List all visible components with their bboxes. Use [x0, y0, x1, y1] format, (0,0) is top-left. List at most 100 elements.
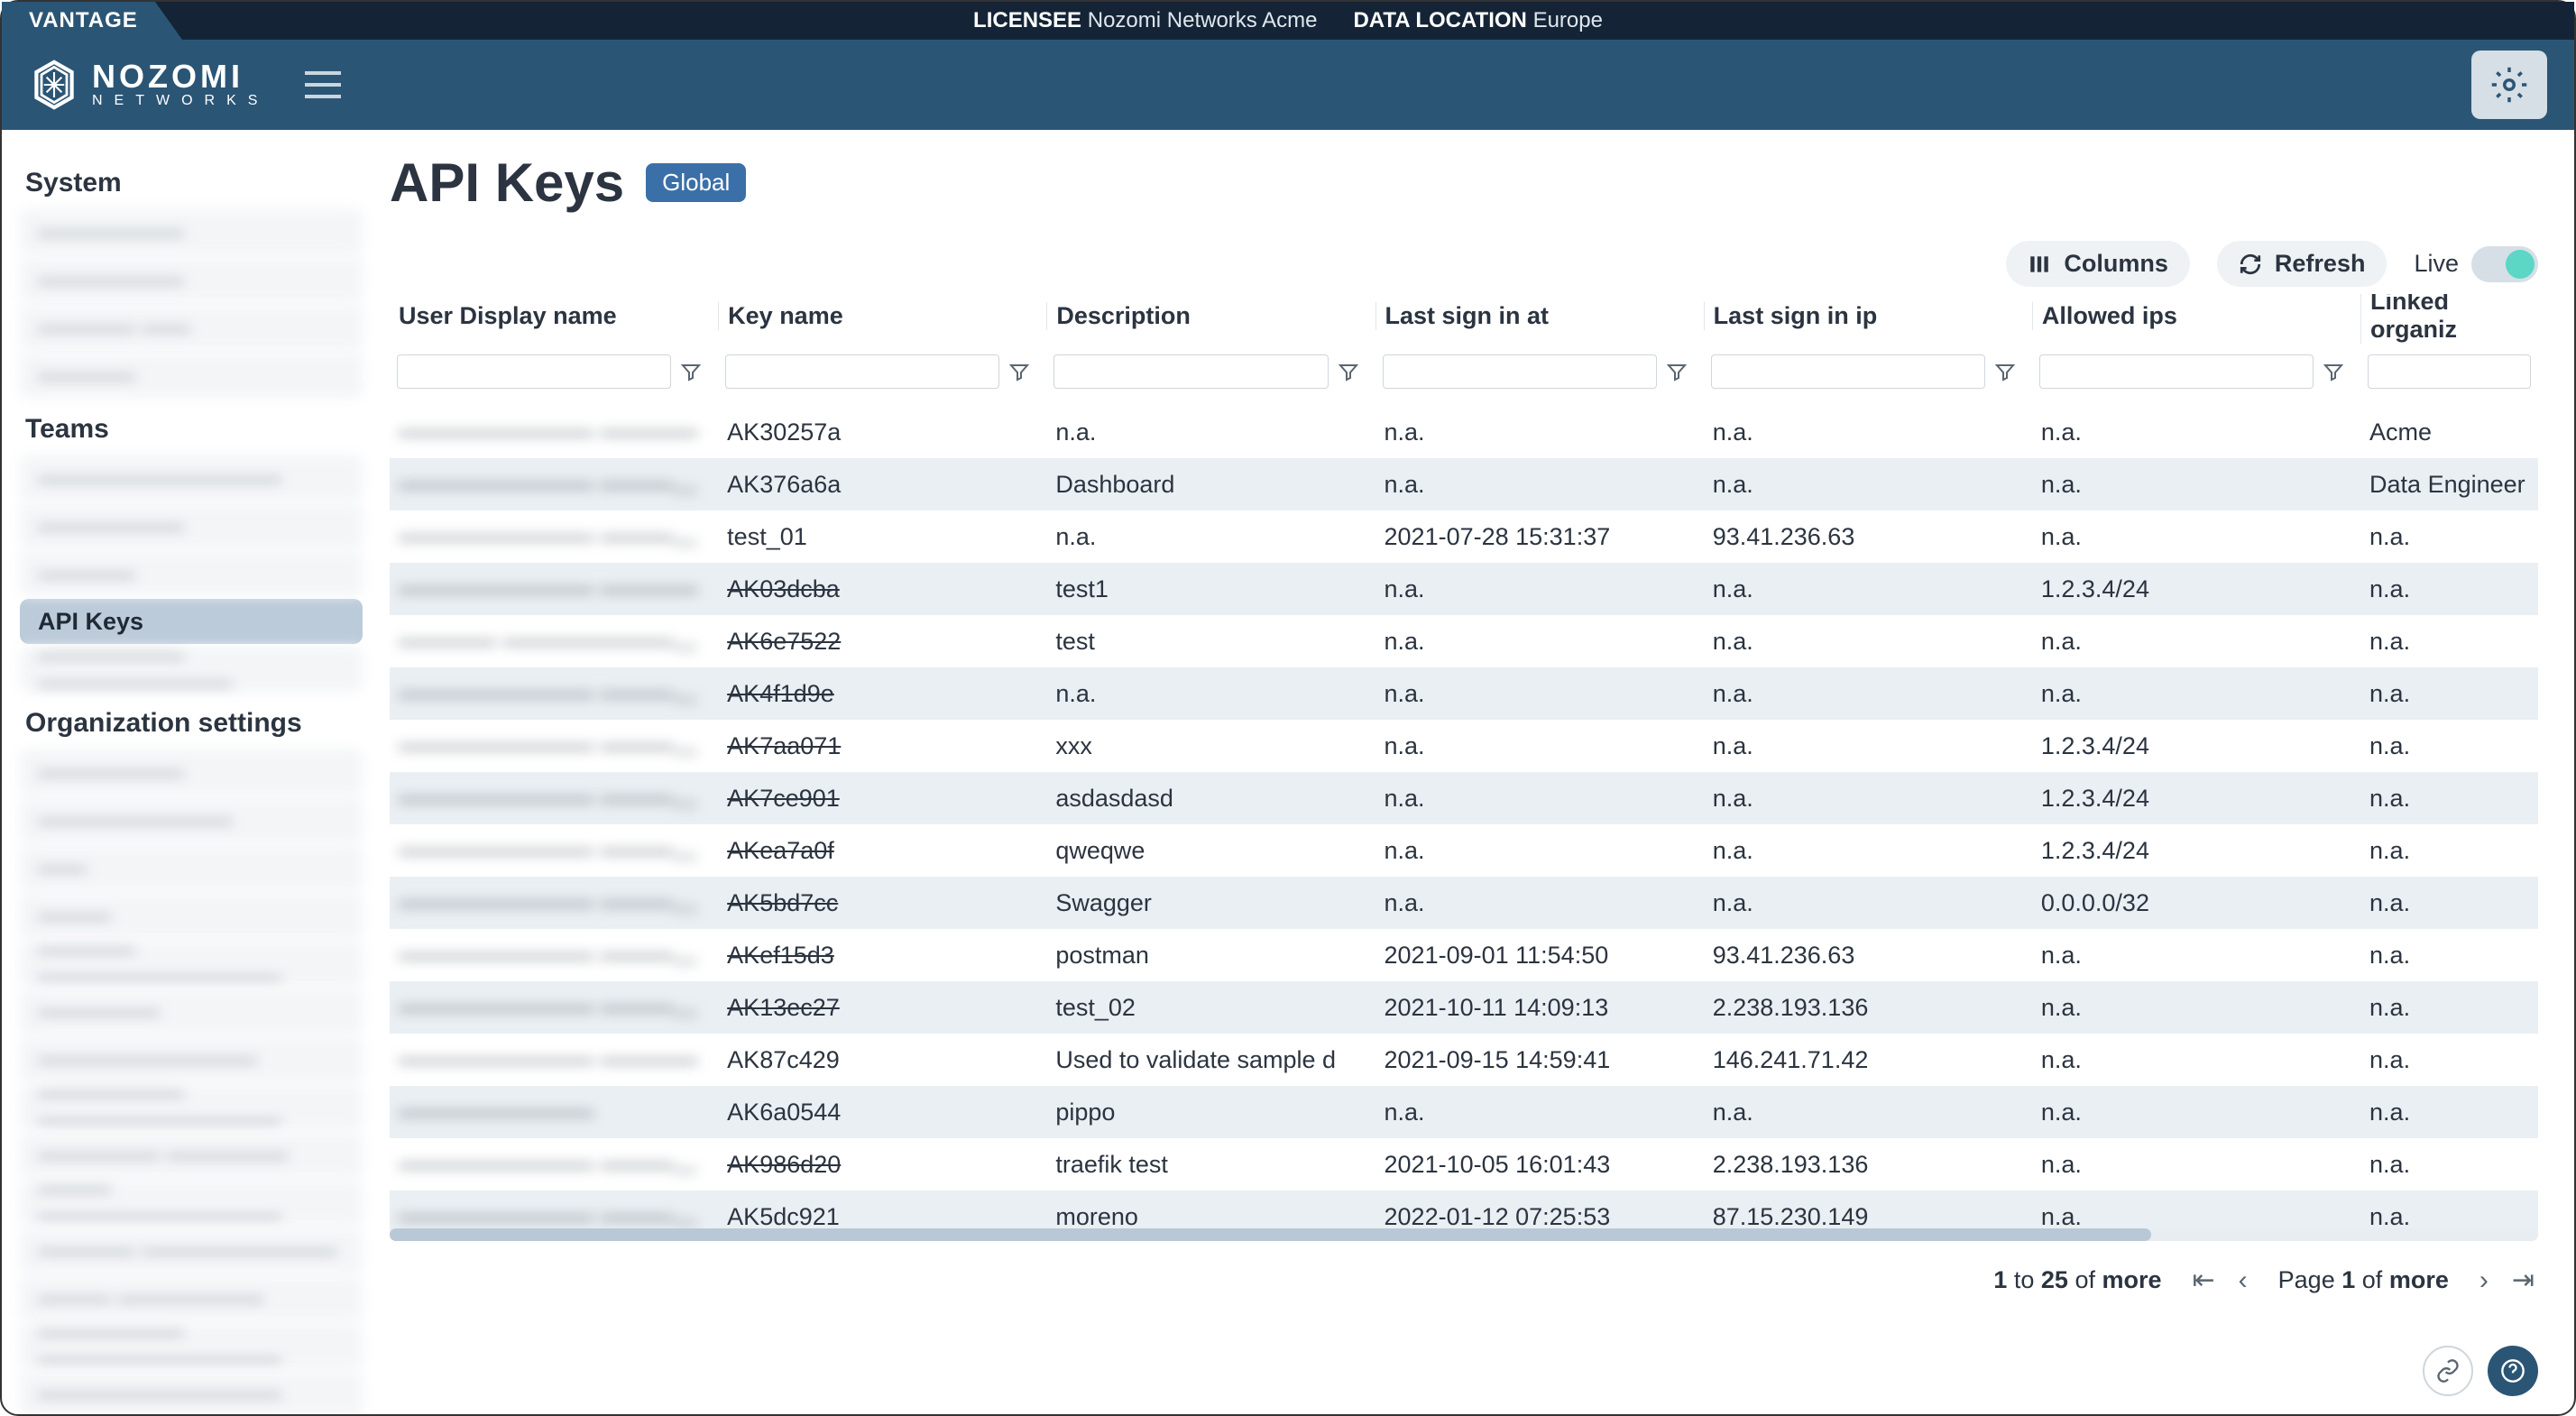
- cell: Data Engineer: [2360, 471, 2538, 499]
- cell: test_01: [718, 523, 1046, 551]
- logo[interactable]: NOZOMI NETWORKS: [29, 60, 269, 110]
- col-header-description[interactable]: Description: [1046, 302, 1375, 330]
- link-button[interactable]: [2423, 1346, 2473, 1396]
- cell: AK376a6a: [718, 471, 1046, 499]
- sidebar-item-blurred[interactable]: ————: [20, 551, 363, 596]
- table-row[interactable]: ———————— ————AK30257an.a.n.a.n.a.n.a.Acm…: [390, 406, 2538, 458]
- table-row[interactable]: ———————— ————————AKef15d3postman2021-09-…: [390, 929, 2538, 981]
- cell: n.a.: [2360, 785, 2538, 813]
- sidebar-heading-teams: Teams: [25, 414, 363, 445]
- table-row[interactable]: ———————— ————AK87c429Used to validate sa…: [390, 1034, 2538, 1086]
- table-row[interactable]: ———————— ————————AK986d20traefik test202…: [390, 1138, 2538, 1191]
- columns-button[interactable]: Columns: [2006, 241, 2190, 287]
- link-icon: [2435, 1358, 2461, 1384]
- cell: n.a.: [1375, 889, 1704, 917]
- table-row[interactable]: ———————— ——————————AK7aa071xxxn.a.n.a.1.…: [390, 720, 2538, 772]
- sidebar-item-blurred[interactable]: ———— ——: [20, 305, 363, 350]
- sidebar-item-blurred[interactable]: ———— ————————: [20, 1228, 363, 1273]
- filter-input-linked[interactable]: [2368, 354, 2531, 389]
- table-body: ———————— ————AK30257an.a.n.a.n.a.n.a.Acm…: [390, 406, 2538, 1236]
- cell: 1.2.3.4/24: [2032, 785, 2360, 813]
- filter-input-desc[interactable]: [1053, 354, 1328, 389]
- col-header-linked[interactable]: Linked organiz: [2360, 294, 2538, 344]
- sidebar-item-api-keys[interactable]: API Keys: [20, 599, 363, 644]
- filter-icon[interactable]: [1338, 361, 1359, 382]
- col-header-signin[interactable]: Last sign in at: [1375, 302, 1704, 330]
- sidebar-item-blurred[interactable]: ————————: [20, 797, 363, 842]
- filter-icon[interactable]: [2323, 361, 2344, 382]
- sidebar-item-blurred[interactable]: ——————: [20, 503, 363, 548]
- filter-input-key[interactable]: [725, 354, 999, 389]
- page-last-icon[interactable]: ⇥: [2508, 1261, 2538, 1300]
- sidebar-item-blurred[interactable]: ————: [20, 353, 363, 398]
- sidebar-item-blurred[interactable]: ——————: [20, 257, 363, 302]
- sidebar-item-blurred[interactable]: ———— ——————————: [20, 941, 363, 986]
- sidebar-item-blurred[interactable]: ————— —————: [20, 1132, 363, 1177]
- cell: n.a.: [2360, 680, 2538, 708]
- sidebar-item-blurred[interactable]: ——————————: [20, 455, 363, 501]
- table-row[interactable]: ———————— ————————test_01n.a.2021-07-28 1…: [390, 510, 2538, 563]
- col-header-ip[interactable]: Last sign in ip: [1704, 302, 2032, 330]
- sidebar-heading-system: System: [25, 168, 363, 198]
- table-row[interactable]: ———————— ————————AK4f1d9en.a.n.a.n.a.n.a…: [390, 667, 2538, 720]
- sidebar-item-blurred[interactable]: ——————: [20, 209, 363, 254]
- cell: n.a.: [2032, 1046, 2360, 1074]
- table-row[interactable]: ———————— ————————AK376a6aDashboardn.a.n.…: [390, 458, 2538, 510]
- filter-input-user[interactable]: [397, 354, 671, 389]
- live-toggle[interactable]: [2471, 246, 2538, 282]
- sidebar-item-blurred[interactable]: —————————: [20, 1036, 363, 1081]
- cell: Swagger: [1046, 889, 1375, 917]
- table-row[interactable]: ———— ——————————AK6e7522testn.a.n.a.n.a.n…: [390, 615, 2538, 667]
- page-first-icon[interactable]: ⇤: [2189, 1261, 2219, 1300]
- table-row[interactable]: ————————AK6a0544pippon.a.n.a.n.a.n.a.: [390, 1086, 2538, 1138]
- cell: n.a.: [2032, 1099, 2360, 1126]
- table-row[interactable]: ———————— ————————AK13ec27test_022021-10-…: [390, 981, 2538, 1034]
- table-row[interactable]: ———————— ——————————AK5bd7ccSwaggern.a.n.…: [390, 877, 2538, 929]
- col-header-allowed[interactable]: Allowed ips: [2032, 302, 2360, 330]
- sidebar-item-blurred[interactable]: —————— ——————————: [20, 1084, 363, 1129]
- sidebar-item-blurred[interactable]: ——— ——————: [20, 1275, 363, 1320]
- refresh-label: Refresh: [2275, 250, 2366, 278]
- filter-icon[interactable]: [1666, 361, 1688, 382]
- table-row[interactable]: ———————— ————AK03dcbatest1n.a.n.a.1.2.3.…: [390, 563, 2538, 615]
- cell: 1.2.3.4/24: [2032, 837, 2360, 865]
- cell: 93.41.236.63: [1704, 523, 2032, 551]
- col-header-key[interactable]: Key name: [718, 302, 1046, 330]
- cell: 2022-01-12 07:25:53: [1375, 1203, 1704, 1231]
- help-button[interactable]: [2488, 1346, 2538, 1396]
- cell: test1: [1046, 575, 1375, 603]
- col-header-user[interactable]: User Display name: [390, 302, 718, 330]
- settings-gear-button[interactable]: [2471, 51, 2547, 119]
- scope-badge[interactable]: Global: [646, 163, 746, 202]
- sidebar-item-blurred[interactable]: ——————: [20, 749, 363, 795]
- page-next-icon[interactable]: ›: [2476, 1262, 2492, 1300]
- sidebar-item-blurred[interactable]: —————— ——————————: [20, 1323, 363, 1368]
- sidebar-item-blurred[interactable]: —————— ————————: [20, 647, 363, 692]
- filter-input-allowed[interactable]: [2039, 354, 2314, 389]
- hamburger-menu-icon[interactable]: [305, 71, 341, 98]
- cell: AK87c429: [718, 1046, 1046, 1074]
- sidebar-item-blurred[interactable]: ——: [20, 845, 363, 890]
- cell: 0.0.0.0/32: [2032, 889, 2360, 917]
- cell: n.a.: [1704, 1099, 2032, 1126]
- sidebar-item-blurred[interactable]: ——————————: [20, 1371, 363, 1414]
- sidebar-item-blurred[interactable]: —————: [20, 988, 363, 1034]
- horizontal-scrollbar[interactable]: [390, 1228, 2538, 1241]
- refresh-button[interactable]: Refresh: [2217, 241, 2387, 287]
- cell: Dashboard: [1046, 471, 1375, 499]
- filter-row: [390, 337, 2538, 406]
- filter-icon[interactable]: [1008, 361, 1030, 382]
- cell: Acme: [2360, 418, 2538, 446]
- cell: n.a.: [1046, 418, 1375, 446]
- filter-input-signin[interactable]: [1383, 354, 1657, 389]
- table-row[interactable]: ———————— ——————————AKea7a0fqweqwen.a.n.a…: [390, 824, 2538, 877]
- filter-icon[interactable]: [1994, 361, 2016, 382]
- sidebar-item-blurred[interactable]: ———: [20, 893, 363, 938]
- sidebar-item-blurred[interactable]: ——— ——————————: [20, 1180, 363, 1225]
- cell: 93.41.236.63: [1704, 942, 2032, 970]
- filter-input-ip[interactable]: [1711, 354, 1985, 389]
- filter-icon[interactable]: [680, 361, 702, 382]
- page-prev-icon[interactable]: ‹: [2235, 1262, 2251, 1300]
- table-row[interactable]: ———————— ——————————AK7ce901asdasdasdn.a.…: [390, 772, 2538, 824]
- cell: AKea7a0f: [718, 837, 1046, 865]
